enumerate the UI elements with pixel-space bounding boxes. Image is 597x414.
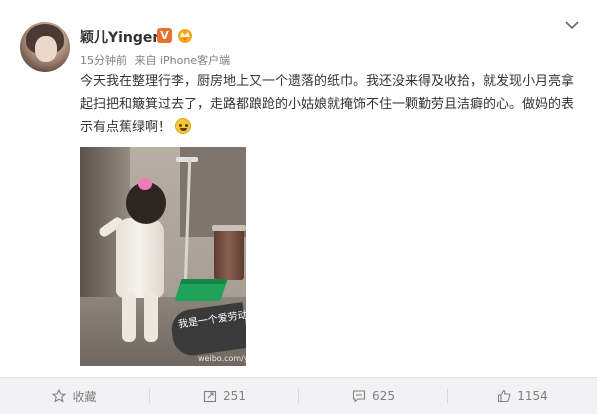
- hair-bow: [138, 178, 152, 190]
- chevron-down-icon[interactable]: [565, 20, 579, 30]
- star-icon: [52, 389, 67, 403]
- dustpan: [174, 279, 228, 301]
- avatar[interactable]: [20, 22, 70, 72]
- repost-button[interactable]: 251: [150, 378, 299, 414]
- child-figure: [97, 178, 168, 342]
- action-bar: 收藏 251 625 1154: [0, 378, 597, 414]
- post-meta: 15分钟前 来自 iPhone客户端: [80, 52, 230, 68]
- comment-button[interactable]: 625: [299, 378, 448, 414]
- trash-bin: [212, 225, 246, 280]
- like-count: 1154: [517, 389, 548, 403]
- post-time[interactable]: 15分钟前: [80, 54, 127, 67]
- comment-icon: [352, 390, 366, 403]
- favorite-label: 收藏: [72, 389, 97, 404]
- post-text: 今天我在整理行李，厨房地上又一个遗落的纸巾。我还没来得及收拾，就发现小月亮拿起扫…: [80, 70, 580, 139]
- post-image[interactable]: 我是一个爱劳动的美少女! weibo.com/yinger: [80, 147, 246, 366]
- comment-count: 625: [372, 389, 395, 403]
- verified-badge-icon[interactable]: V: [157, 28, 172, 43]
- crown-icon[interactable]: [176, 27, 194, 43]
- image-watermark: weibo.com/yinger: [198, 354, 246, 363]
- weibo-post-card: 颖儿Yinger V 15分钟前 来自 iPhone客户端 今天我在整理行李，厨…: [0, 0, 597, 414]
- like-button[interactable]: 1154: [448, 378, 597, 414]
- author-name[interactable]: 颖儿Yinger: [80, 27, 159, 47]
- laughing-crying-emoji-icon: [175, 118, 192, 134]
- thumbs-up-icon: [498, 389, 511, 403]
- post-source[interactable]: 来自 iPhone客户端: [135, 54, 231, 67]
- favorite-button[interactable]: 收藏: [0, 378, 149, 414]
- post-text-body: 今天我在整理行李，厨房地上又一个遗落的纸巾。我还没来得及收拾，就发现小月亮拿起扫…: [80, 74, 575, 135]
- repost-count: 251: [223, 389, 246, 403]
- repost-icon: [203, 390, 217, 403]
